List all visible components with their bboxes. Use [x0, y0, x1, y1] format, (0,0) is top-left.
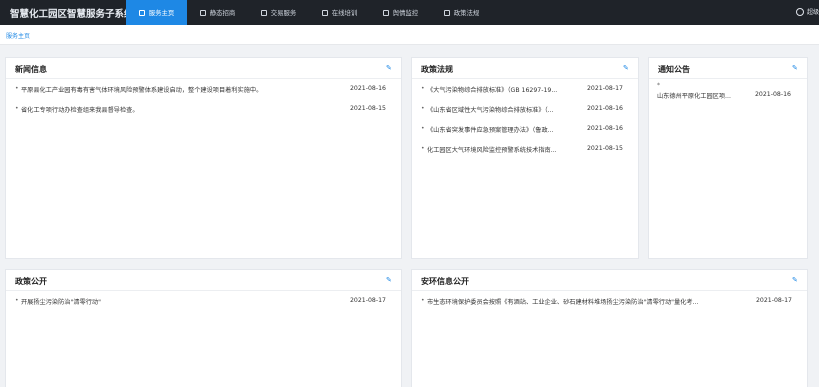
- main-nav: 服务主页 静态招商 交易服务 在线培训 舆情监控 政策法规: [126, 0, 492, 25]
- list-item[interactable]: • 《大气污染物综合排放标准》（GB 16297-19... 2021-08-1…: [421, 85, 633, 95]
- user-label: 超级: [806, 9, 819, 16]
- list-item-date: 2021-08-16: [587, 105, 623, 112]
- bullet-icon: *: [657, 82, 660, 89]
- policy-open-panel: 政策公开 ✎ • 开展扬尘污染防治"清零行动" 2021-08-17: [5, 269, 402, 387]
- panel-header: 新闻信息 ✎: [6, 58, 401, 79]
- app-title: 智慧化工园区智慧服务子系统: [10, 9, 134, 20]
- list-item-text: 《山东省突发事件应急预案管理办法》（鲁政...: [427, 127, 554, 134]
- user-icon: [795, 7, 804, 16]
- panel-header: 政策公开 ✎: [6, 270, 401, 291]
- bullet-icon: •: [15, 85, 19, 92]
- list-item[interactable]: • 市生态环境保护委员会按照《有酒站、工业企业、砂石建材料堆场扬尘污染防治"清零…: [421, 297, 803, 307]
- list-item-text: 平原县化工产业园有毒有害气体环境风险预警体系建设启动，整个建设项目着利实施中。: [21, 87, 263, 94]
- panel-title: 安环信息公开: [421, 277, 469, 286]
- list-item-date: 2021-08-17: [350, 297, 386, 304]
- nav-tab-training[interactable]: 在线培训: [309, 0, 370, 25]
- list-item[interactable]: • 平原县化工产业园有毒有害气体环境风险预警体系建设启动，整个建设项目着利实施中…: [15, 85, 395, 95]
- bullet-icon: •: [421, 125, 425, 132]
- list-item-date: 2021-08-16: [755, 91, 791, 98]
- list-item-text: 开展扬尘污染防治"清零行动": [21, 299, 101, 306]
- list-item[interactable]: • 《山东省突发事件应急预案管理办法》（鲁政... 2021-08-16: [421, 125, 633, 135]
- list-item[interactable]: • 开展扬尘污染防治"清零行动" 2021-08-17: [15, 297, 395, 307]
- top-bar: 智慧化工园区智慧服务子系统 服务主页 静态招商 交易服务 在线培训 舆情监控 政…: [0, 0, 819, 25]
- breadcrumb-bar: 服务主页: [0, 25, 819, 45]
- nav-tab-label: 政策法规: [453, 9, 480, 17]
- edit-icon[interactable]: ✎: [386, 277, 393, 284]
- bullet-icon: •: [421, 85, 425, 92]
- nav-tab-label: 舆情监控: [392, 9, 419, 17]
- nav-tab-label: 在线培训: [331, 9, 358, 17]
- list-item-date: 2021-08-17: [587, 85, 623, 92]
- doc-icon: [443, 9, 450, 16]
- list-item[interactable]: • 省化工专项行动办检查组来我县督导检查。 2021-08-15: [15, 105, 395, 115]
- safety-info-panel: 安环信息公开 ✎ • 市生态环境保护委员会按照《有酒站、工业企业、砂石建材料堆场…: [411, 269, 808, 387]
- panel-title: 政策公开: [15, 277, 47, 286]
- nav-tab-home[interactable]: 服务主页: [126, 0, 187, 25]
- list-item[interactable]: * 山东德州平原化工园区项... 2021-08-16: [657, 82, 805, 100]
- bullet-icon: •: [15, 297, 19, 304]
- bullet-icon: •: [15, 105, 19, 112]
- doc-icon: [260, 9, 267, 16]
- list-item-date: 2021-08-16: [587, 125, 623, 132]
- list-item-text: 山东德州平原化工园区项...: [657, 93, 731, 100]
- user-menu[interactable]: 超级: [795, 7, 819, 16]
- edit-icon[interactable]: ✎: [623, 65, 630, 72]
- bullet-icon: •: [421, 145, 425, 152]
- list-item[interactable]: • 《山东省区域性大气污染物综合排放标准》（... 2021-08-16: [421, 105, 633, 115]
- bullet-icon: •: [421, 105, 425, 112]
- nav-tab-label: 静态招商: [209, 9, 236, 17]
- list-item-text: 《山东省区域性大气污染物综合排放标准》（...: [427, 107, 554, 114]
- bullet-icon: •: [421, 297, 425, 304]
- list-item-text: 《大气污染物综合排放标准》（GB 16297-19...: [427, 87, 558, 94]
- list-item-text: 化工园区大气环境风险监控预警系统技术指南...: [427, 147, 557, 154]
- nav-tab-trading[interactable]: 交易服务: [248, 0, 309, 25]
- panel-header: 安环信息公开 ✎: [412, 270, 807, 291]
- notice-panel: 通知公告 ✎ * 山东德州平原化工园区项... 2021-08-16: [648, 57, 808, 259]
- list-item-date: 2021-08-17: [756, 297, 792, 304]
- news-panel: 新闻信息 ✎ • 平原县化工产业园有毒有害气体环境风险预警体系建设启动，整个建设…: [5, 57, 402, 259]
- nav-tab-label: 交易服务: [270, 9, 297, 17]
- doc-icon: [382, 9, 389, 16]
- list-item-text: 省化工专项行动办检查组来我县督导检查。: [21, 107, 139, 114]
- panel-title: 新闻信息: [15, 65, 47, 74]
- policy-panel: 政策法规 ✎ • 《大气污染物综合排放标准》（GB 16297-19... 20…: [411, 57, 639, 259]
- panel-header: 政策法规 ✎: [412, 58, 638, 79]
- panel-title: 政策法规: [421, 65, 453, 74]
- edit-icon[interactable]: ✎: [792, 277, 799, 284]
- doc-icon: [321, 9, 328, 16]
- list-item-date: 2021-08-15: [587, 145, 623, 152]
- panel-header: 通知公告 ✎: [649, 58, 807, 79]
- list-item-text: 市生态环境保护委员会按照《有酒站、工业企业、砂石建材料堆场扬尘污染防治"清零行动…: [427, 299, 699, 306]
- nav-tab-label: 服务主页: [148, 9, 175, 17]
- nav-tab-opinion[interactable]: 舆情监控: [370, 0, 431, 25]
- list-item[interactable]: • 化工园区大气环境风险监控预警系统技术指南... 2021-08-15: [421, 145, 633, 155]
- edit-icon[interactable]: ✎: [386, 65, 393, 72]
- list-item-date: 2021-08-15: [350, 105, 386, 112]
- edit-icon[interactable]: ✎: [792, 65, 799, 72]
- doc-icon: [138, 9, 145, 16]
- doc-icon: [199, 9, 206, 16]
- panel-title: 通知公告: [658, 65, 690, 74]
- list-item-date: 2021-08-16: [350, 85, 386, 92]
- breadcrumb[interactable]: 服务主页: [6, 31, 30, 40]
- nav-tab-investment[interactable]: 静态招商: [187, 0, 248, 25]
- nav-tab-policy[interactable]: 政策法规: [431, 0, 492, 25]
